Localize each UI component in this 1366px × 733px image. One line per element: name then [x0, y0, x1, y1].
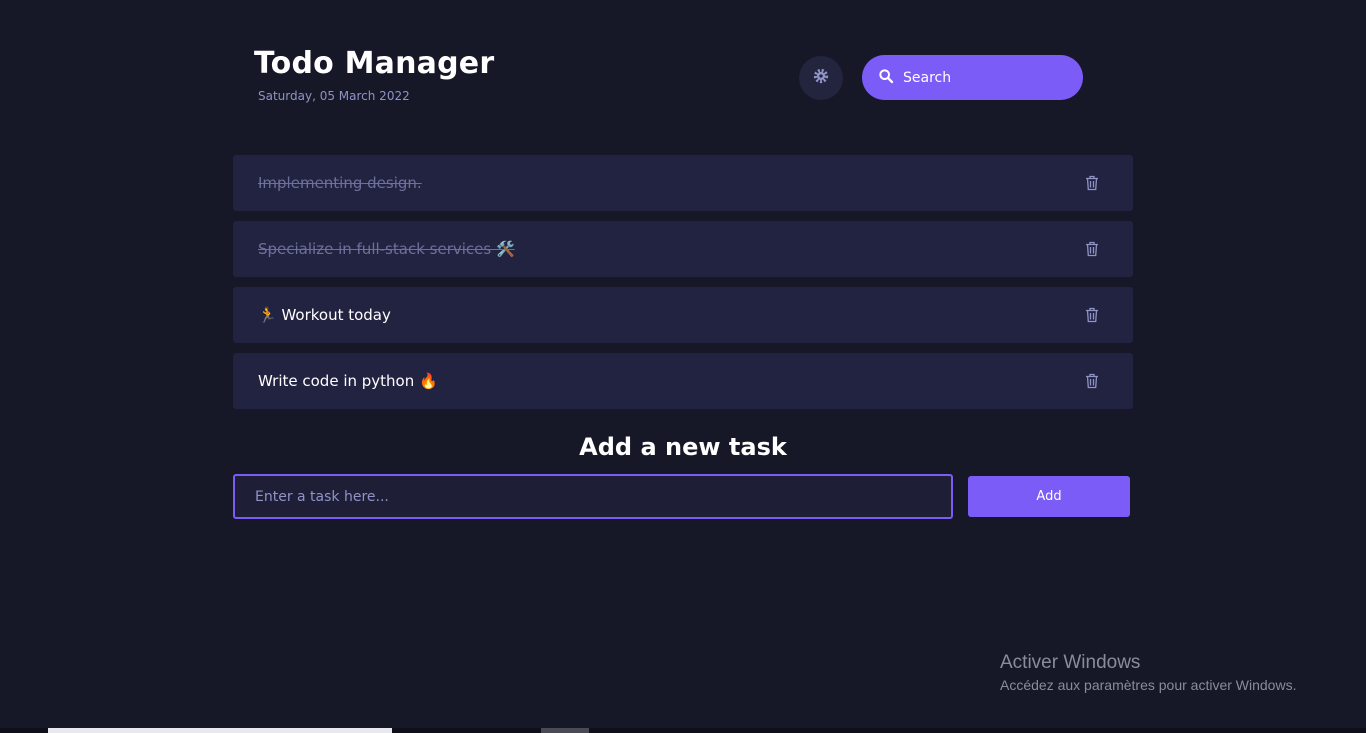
task-item[interactable]: Specialize in full-stack services 🛠️ [233, 221, 1133, 277]
add-task-heading: Add a new task [579, 433, 787, 461]
task-item[interactable]: 🏃 Workout today [233, 287, 1133, 343]
app-title: Todo Manager [254, 46, 495, 81]
trash-icon[interactable] [1085, 175, 1099, 191]
theme-toggle-button[interactable] [799, 56, 843, 100]
task-item[interactable]: Write code in python 🔥 [233, 353, 1133, 409]
task-text: Write code in python 🔥 [258, 372, 438, 390]
trash-icon[interactable] [1085, 241, 1099, 257]
task-item[interactable]: Implementing design. [233, 155, 1133, 211]
task-text: Specialize in full-stack services 🛠️ [258, 240, 515, 258]
trash-icon[interactable] [1085, 373, 1099, 389]
search-placeholder: Search [903, 69, 952, 86]
task-text: 🏃 Workout today [258, 306, 391, 324]
task-list: Implementing design. Specialize in full-… [233, 155, 1133, 419]
taskbar-window-light[interactable] [48, 728, 392, 733]
new-task-input[interactable] [233, 474, 953, 519]
gear-icon [812, 67, 830, 89]
watermark-title: Activer Windows [1000, 652, 1141, 673]
task-text: Implementing design. [258, 174, 422, 192]
add-task-button[interactable]: Add [968, 476, 1130, 517]
windows-activation-watermark: Activer Windows Accédez aux paramètres p… [1000, 652, 1296, 693]
current-date: Saturday, 05 March 2022 [258, 89, 410, 103]
todo-app: Todo Manager Saturday, 05 March 2022 Sea… [0, 0, 1366, 733]
trash-icon[interactable] [1085, 307, 1099, 323]
search-icon [878, 68, 894, 88]
search-input[interactable]: Search [862, 55, 1083, 100]
watermark-subtitle: Accédez aux paramètres pour activer Wind… [1000, 677, 1297, 693]
taskbar-window-dark[interactable] [541, 728, 589, 733]
